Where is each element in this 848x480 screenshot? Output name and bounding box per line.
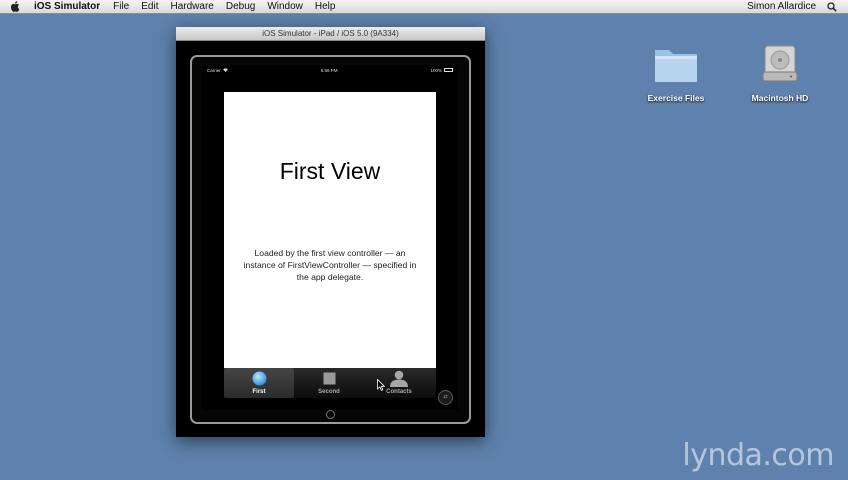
wifi-icon: [222, 68, 228, 72]
desktop-icon-label: Macintosh HD: [751, 93, 809, 103]
folder-icon: [655, 50, 697, 82]
menu-edit[interactable]: Edit: [141, 1, 158, 12]
rotation-lock-icon[interactable]: ⇄: [438, 390, 453, 405]
status-time: 5:56 PM: [320, 67, 338, 73]
menu-app-name[interactable]: iOS Simulator: [34, 1, 100, 12]
view-description: Loaded by the first view controller — an…: [243, 248, 417, 282]
ios-status-bar: Carrier 5:56 PM 100%: [202, 65, 458, 75]
window-title: iOS Simulator - iPad / iOS 5.0 (9A334): [262, 29, 399, 38]
tab-first[interactable]: First: [224, 368, 294, 398]
home-button-icon[interactable]: [326, 410, 335, 419]
view-title: First View: [279, 158, 381, 184]
tab-label: First: [252, 389, 266, 395]
mouse-pointer-icon: [377, 379, 385, 391]
square-icon: [323, 372, 335, 384]
menu-window[interactable]: Window: [267, 1, 303, 12]
spotlight-search-icon[interactable]: [827, 1, 839, 13]
desktop-icon-exercise-files[interactable]: Exercise Files: [636, 44, 716, 103]
menu-debug[interactable]: Debug: [226, 1, 255, 12]
menu-hardware[interactable]: Hardware: [170, 1, 213, 12]
tab-contacts[interactable]: Contacts: [364, 368, 434, 398]
simulator-window: iOS Simulator - iPad / iOS 5.0 (9A334) C…: [176, 27, 485, 437]
battery-icon: [443, 68, 453, 72]
carrier-label: Carrier: [207, 67, 221, 73]
circle-icon: [252, 371, 266, 385]
tab-label: Second: [318, 389, 340, 395]
menu-file[interactable]: File: [113, 1, 129, 12]
hard-drive-icon: [762, 45, 798, 82]
apple-icon[interactable]: [10, 1, 24, 12]
menu-help[interactable]: Help: [315, 1, 336, 12]
desktop-icon-label: Exercise Files: [647, 93, 705, 103]
ipad-screen[interactable]: Carrier 5:56 PM 100% First View Loaded b…: [202, 65, 458, 410]
contacts-icon: [390, 370, 408, 387]
menu-bar: iOS Simulator File Edit Hardware Debug W…: [0, 0, 848, 14]
battery-percent: 100%: [430, 67, 442, 73]
first-view-content: First View Loaded by the first view cont…: [224, 92, 436, 368]
desktop-icon-macintosh-hd[interactable]: Macintosh HD: [740, 44, 820, 103]
tab-bar: First Second Contacts: [224, 368, 436, 398]
user-name[interactable]: Simon Allardice: [747, 1, 816, 12]
window-title-bar[interactable]: iOS Simulator - iPad / iOS 5.0 (9A334): [176, 27, 485, 41]
lynda-watermark: lynda.com: [682, 438, 834, 473]
tab-second[interactable]: Second: [294, 368, 364, 398]
tab-label: Contacts: [386, 389, 412, 395]
